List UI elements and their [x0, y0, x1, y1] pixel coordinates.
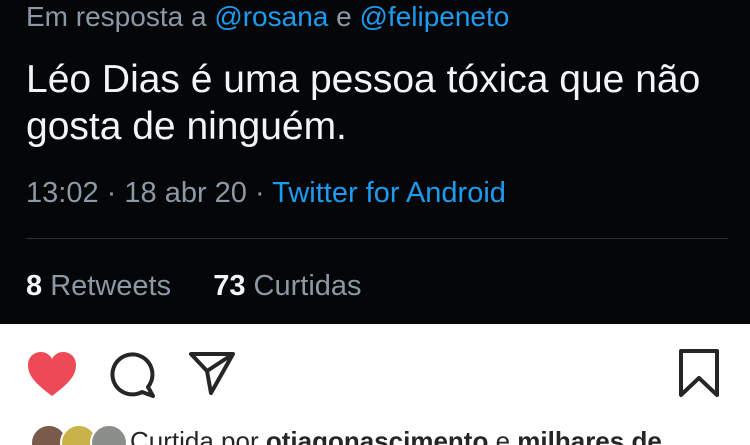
likes-stat[interactable]: 73 Curtidas: [213, 270, 361, 302]
retweets-stat[interactable]: 8 Retweets: [26, 270, 179, 302]
liked-others-link[interactable]: milhares de: [517, 426, 662, 445]
tweet-date: 18 abr 20: [124, 177, 247, 209]
reply-context: Em resposta a @rosana e @felipeneto: [26, 0, 509, 34]
likes-label: Curtidas: [253, 270, 362, 302]
mention-rosana[interactable]: @rosana: [214, 1, 328, 32]
tweet-meta: 13:02 · 18 abr 20 · Twitter for Android: [26, 176, 506, 210]
comment-icon[interactable]: [108, 350, 156, 398]
liked-prefix: Curtida por: [130, 426, 259, 445]
tweet-source-link[interactable]: Twitter for Android: [272, 177, 506, 209]
divider: [26, 238, 728, 239]
mention-felipeneto[interactable]: @felipeneto: [360, 1, 510, 32]
instagram-action-bar: Curtida por otiagonascimento e milhares …: [0, 324, 750, 445]
liked-and: e: [495, 426, 511, 445]
tweet-card: Em resposta a @rosana e @felipeneto Léo …: [0, 0, 750, 324]
meta-separator: ·: [106, 177, 117, 209]
likes-count: 73: [213, 270, 246, 302]
avatar: [90, 424, 128, 445]
meta-separator-2: ·: [254, 177, 265, 209]
tweet-text: Léo Dias é uma pessoa tóxica que não gos…: [26, 58, 701, 148]
reply-prefix: Em resposta a: [26, 1, 207, 32]
tweet-stats: 8 Retweets 73 Curtidas: [26, 269, 362, 303]
bookmark-icon[interactable]: [678, 348, 720, 398]
liked-by-text: Curtida por otiagonascimento e milhares …: [130, 424, 662, 445]
liked-user-link[interactable]: otiagonascimento: [266, 426, 488, 445]
retweets-label: Retweets: [50, 270, 172, 302]
heart-icon[interactable]: [26, 350, 78, 398]
tweet-time: 13:02: [26, 177, 99, 209]
share-icon[interactable]: [188, 350, 236, 396]
retweets-count: 8: [26, 270, 43, 302]
liker-avatars[interactable]: [30, 424, 130, 445]
reply-and: e: [336, 1, 352, 32]
